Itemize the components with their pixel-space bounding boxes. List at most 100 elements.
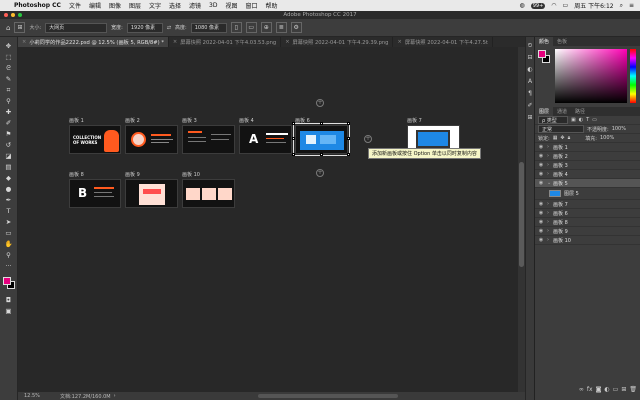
adjustment-layer-icon[interactable]: ◐	[604, 386, 609, 393]
layer-row[interactable]: ◉ › 画板 7	[535, 200, 640, 209]
menu-edit[interactable]: 编辑	[89, 1, 101, 10]
path-select-tool-icon[interactable]: ➤	[3, 217, 15, 227]
tab-color[interactable]: 颜色	[535, 37, 554, 46]
vertical-scrollbar[interactable]	[518, 47, 525, 392]
layer-mask-icon[interactable]: ◙	[596, 386, 602, 393]
layer-row[interactable]: ◉ › 画板 8	[535, 218, 640, 227]
layer-row[interactable]: ◉ › 画板 6	[535, 209, 640, 218]
brush-tool-icon[interactable]: ✐	[3, 118, 15, 128]
visibility-eye-icon[interactable]: ◉	[535, 171, 547, 177]
layer-row[interactable]: ◉ › 画板 9	[535, 227, 640, 236]
screen-mode-icon[interactable]: ▣	[3, 306, 15, 316]
visibility-eye-icon[interactable]: ◉	[535, 228, 547, 234]
marquee-tool-icon[interactable]: ⬚	[3, 52, 15, 62]
menu-filter[interactable]: 滤镜	[189, 1, 201, 10]
search-icon[interactable]: ⌕	[620, 2, 623, 10]
lock-pixels-icon[interactable]: ▦	[553, 135, 558, 141]
artboard-1[interactable]: 画板 1 COLLECTION OF WORKS	[69, 118, 121, 154]
layer-filter-dropdown[interactable]: ρ 类型	[538, 116, 568, 124]
document-canvas[interactable]: + 画板 1 COLLECTION OF WORKS 画板 2 画板 3 画板 …	[18, 47, 518, 392]
resize-handle[interactable]	[292, 153, 295, 156]
close-tab-icon[interactable]: ×	[22, 39, 26, 45]
resize-handle[interactable]	[292, 137, 295, 140]
hand-tool-icon[interactable]: ✋	[3, 239, 15, 249]
libraries-icon[interactable]: ⊞	[527, 113, 534, 122]
home-icon[interactable]: ⌂	[6, 24, 10, 32]
quick-mask-icon[interactable]: ◘	[3, 295, 15, 305]
horizontal-scrollbar[interactable]	[258, 394, 398, 398]
tab-channels[interactable]: 通道	[553, 107, 571, 116]
tab-document-1[interactable]: × 小莉同学的作品2222.psd @ 12.5% (画板 5, RGB/8#)…	[18, 37, 169, 47]
visibility-eye-icon[interactable]: ◉	[535, 162, 547, 168]
layer-row[interactable]: ◉ › 画板 10	[535, 236, 640, 245]
app-menu[interactable]: Photoshop CC	[14, 2, 61, 9]
filter-image-icon[interactable]: ▣	[571, 117, 576, 123]
wechat-icon[interactable]: ◍	[519, 2, 524, 9]
resize-handle[interactable]	[347, 153, 350, 156]
new-layer-icon[interactable]: ⊞	[621, 386, 626, 393]
add-artboard-top-icon[interactable]: +	[316, 99, 324, 107]
zoom-tool-icon[interactable]: ⚲	[3, 250, 15, 260]
wifi-icon[interactable]: ◠	[551, 2, 556, 9]
filter-type-icon[interactable]: T	[586, 117, 589, 123]
tab-layers[interactable]: 图层	[535, 107, 554, 116]
menu-window[interactable]: 窗口	[246, 1, 258, 10]
hue-slider[interactable]	[630, 49, 636, 103]
type-tool-icon[interactable]: T	[3, 206, 15, 216]
fill-field[interactable]: 100%	[600, 135, 614, 141]
artboard-4[interactable]: 画板 4 A	[239, 118, 292, 154]
tab-paths[interactable]: 路径	[571, 107, 589, 116]
properties-icon[interactable]: ⊟	[527, 53, 534, 62]
quick-select-tool-icon[interactable]: ✎	[3, 74, 15, 84]
visibility-eye-icon[interactable]: ◉	[535, 237, 547, 243]
minimize-window-button[interactable]	[11, 13, 15, 17]
crop-tool-icon[interactable]: ⌗	[3, 85, 15, 95]
close-tab-icon[interactable]: ×	[285, 39, 289, 45]
artboard-8[interactable]: 画板 8 B	[69, 172, 121, 208]
resize-handle[interactable]	[320, 153, 323, 156]
settings-gear-icon[interactable]: ⚙	[290, 22, 302, 33]
status-arrow-icon[interactable]: ›	[114, 393, 116, 399]
align-icon[interactable]: ≣	[275, 22, 287, 33]
resize-handle[interactable]	[347, 137, 350, 140]
link-layers-icon[interactable]: ∞	[579, 386, 584, 393]
artboard-9[interactable]: 画板 9	[125, 172, 178, 208]
close-tab-icon[interactable]: ×	[397, 39, 401, 45]
portrait-icon[interactable]: ▯	[230, 22, 242, 33]
artboard-3[interactable]: 画板 3	[182, 118, 235, 154]
brush-settings-icon[interactable]: ✐	[527, 101, 534, 110]
landscape-icon[interactable]: ▭	[245, 22, 257, 33]
clock[interactable]: 周五 下午6:12	[574, 1, 613, 10]
layer-style-icon[interactable]: fx	[587, 386, 593, 393]
tab-document-3[interactable]: × 屏幕快照 2022-04-01 下午4.29.39.png	[281, 37, 394, 47]
menu-select[interactable]: 选择	[169, 1, 181, 10]
zoom-level[interactable]: 12.5%	[18, 393, 56, 399]
filter-shape-icon[interactable]: ▭	[592, 117, 597, 123]
filter-adjust-icon[interactable]: ◐	[579, 117, 583, 123]
color-swatches[interactable]	[2, 276, 16, 290]
history-brush-tool-icon[interactable]: ↺	[3, 140, 15, 150]
paragraph-icon[interactable]: ¶	[527, 89, 534, 98]
visibility-eye-icon[interactable]: ◉	[535, 180, 547, 186]
width-field[interactable]: 1920 像素	[126, 22, 163, 33]
foreground-color-swatch[interactable]	[2, 277, 11, 285]
lock-all-icon[interactable]: 🔒︎	[568, 135, 571, 141]
swap-icon[interactable]: ⇄	[167, 25, 171, 31]
notification-badge[interactable]: 99+	[530, 2, 546, 9]
layer-row-selected[interactable]: ◉ ⌄ 画板 5	[535, 179, 640, 188]
visibility-eye-icon[interactable]: ◉	[535, 201, 547, 207]
delete-layer-icon[interactable]: 🗑︎	[629, 386, 637, 393]
artboard-preset-dropdown[interactable]: 大网页	[45, 22, 108, 33]
artboard-2[interactable]: 画板 2	[125, 118, 178, 154]
blur-tool-icon[interactable]: ◆	[3, 173, 15, 183]
layer-row[interactable]: ◉ › 画板 2	[535, 152, 640, 161]
doc-size[interactable]: 文档:127.2M/160.0M	[60, 393, 111, 400]
artboard-10[interactable]: 画板 10	[182, 172, 235, 208]
layer-row[interactable]: ◉ › 画板 4	[535, 170, 640, 179]
battery-icon[interactable]: ▭	[563, 2, 569, 9]
move-tool-icon[interactable]: ✥	[3, 41, 15, 51]
add-artboard-bottom-icon[interactable]: +	[316, 169, 324, 177]
visibility-eye-icon[interactable]: ◉	[535, 153, 547, 159]
close-window-button[interactable]	[4, 13, 8, 17]
panel-foreground-swatch[interactable]	[538, 50, 546, 58]
